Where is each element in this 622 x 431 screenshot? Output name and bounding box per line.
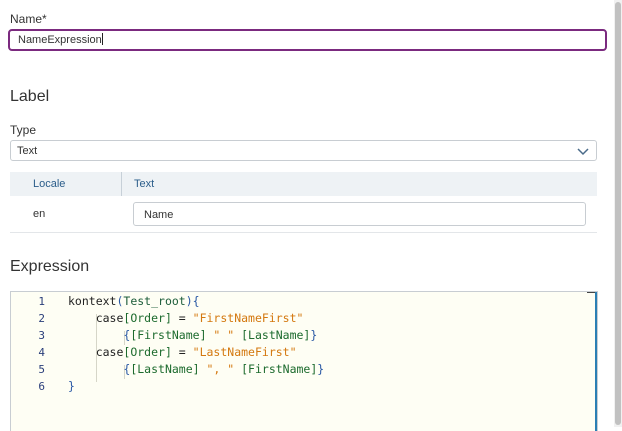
line-number: 4 [38, 346, 45, 359]
code-token: } [310, 328, 318, 342]
code-token: [LastName] [130, 362, 200, 376]
code-token: [LastName] [241, 328, 311, 342]
line-number-gutter: 1 2 3 4 5 6 [11, 292, 55, 431]
code-token: = [171, 311, 193, 325]
type-select-value: Text [17, 145, 38, 157]
code-token: " " [206, 328, 242, 342]
column-header-text[interactable]: Text [134, 172, 154, 196]
editor-scrollbar[interactable] [595, 292, 597, 431]
name-field-label: Name* [10, 12, 47, 26]
type-field-label: Type [10, 123, 37, 137]
label-section-title: Label [10, 88, 50, 105]
code-token: [FirstName] [130, 328, 207, 342]
line-number: 5 [38, 363, 45, 376]
code-token: case [95, 345, 124, 359]
code-line: {[FirstName] " " [LastName]} [68, 328, 317, 342]
column-header-locale[interactable]: Locale [33, 172, 65, 196]
code-line: case[Order] = "FirstNameFirst" [68, 311, 304, 325]
column-divider [121, 172, 122, 196]
label-text-input[interactable]: Name [133, 202, 586, 226]
code-token: = [171, 345, 193, 359]
line-number: 6 [38, 380, 45, 393]
code-token: Test_root [123, 294, 186, 308]
code-token: "FirstNameFirst" [192, 311, 304, 325]
code-token: case [95, 311, 124, 325]
code-token: "LastNameFirst" [192, 345, 297, 359]
text-caret [101, 33, 103, 45]
type-select[interactable]: Text [10, 140, 597, 161]
locale-cell: en [33, 208, 46, 220]
line-number: 2 [38, 312, 45, 325]
line-number: 1 [38, 295, 45, 308]
code-token: [Order] [123, 311, 172, 325]
code-token: [FirstName] [241, 362, 318, 376]
page-scrollbar[interactable] [614, 0, 622, 427]
table-header-row: Locale Text [10, 172, 597, 196]
code-line: {[LastName] ", " [FirstName]} [68, 362, 324, 376]
expression-section-title: Expression [10, 258, 90, 275]
code-token: [Order] [123, 345, 172, 359]
name-input-value: NameExpression [18, 34, 102, 46]
code-line: case[Order] = "LastNameFirst" [68, 345, 297, 359]
name-input[interactable]: NameExpression [8, 29, 607, 51]
chevron-down-icon[interactable] [576, 145, 590, 159]
code-token: } [68, 379, 75, 393]
page-scrollbar-thumb[interactable] [615, 2, 621, 425]
code-line: } [68, 379, 75, 393]
expression-code-editor[interactable]: 1 2 3 4 5 6 kontext(Test_root){ case[Ord… [10, 291, 598, 431]
code-token: kontext [68, 294, 117, 308]
code-token: ", " [199, 362, 242, 376]
code-token: ){ [185, 294, 200, 308]
table-row: en Name [10, 196, 597, 233]
editor-scrollbar-cap [587, 292, 595, 293]
line-number: 3 [38, 329, 45, 342]
code-token: } [317, 362, 325, 376]
locale-table: Locale Text en Name [10, 172, 597, 234]
code-line: kontext(Test_root){ [68, 294, 200, 308]
